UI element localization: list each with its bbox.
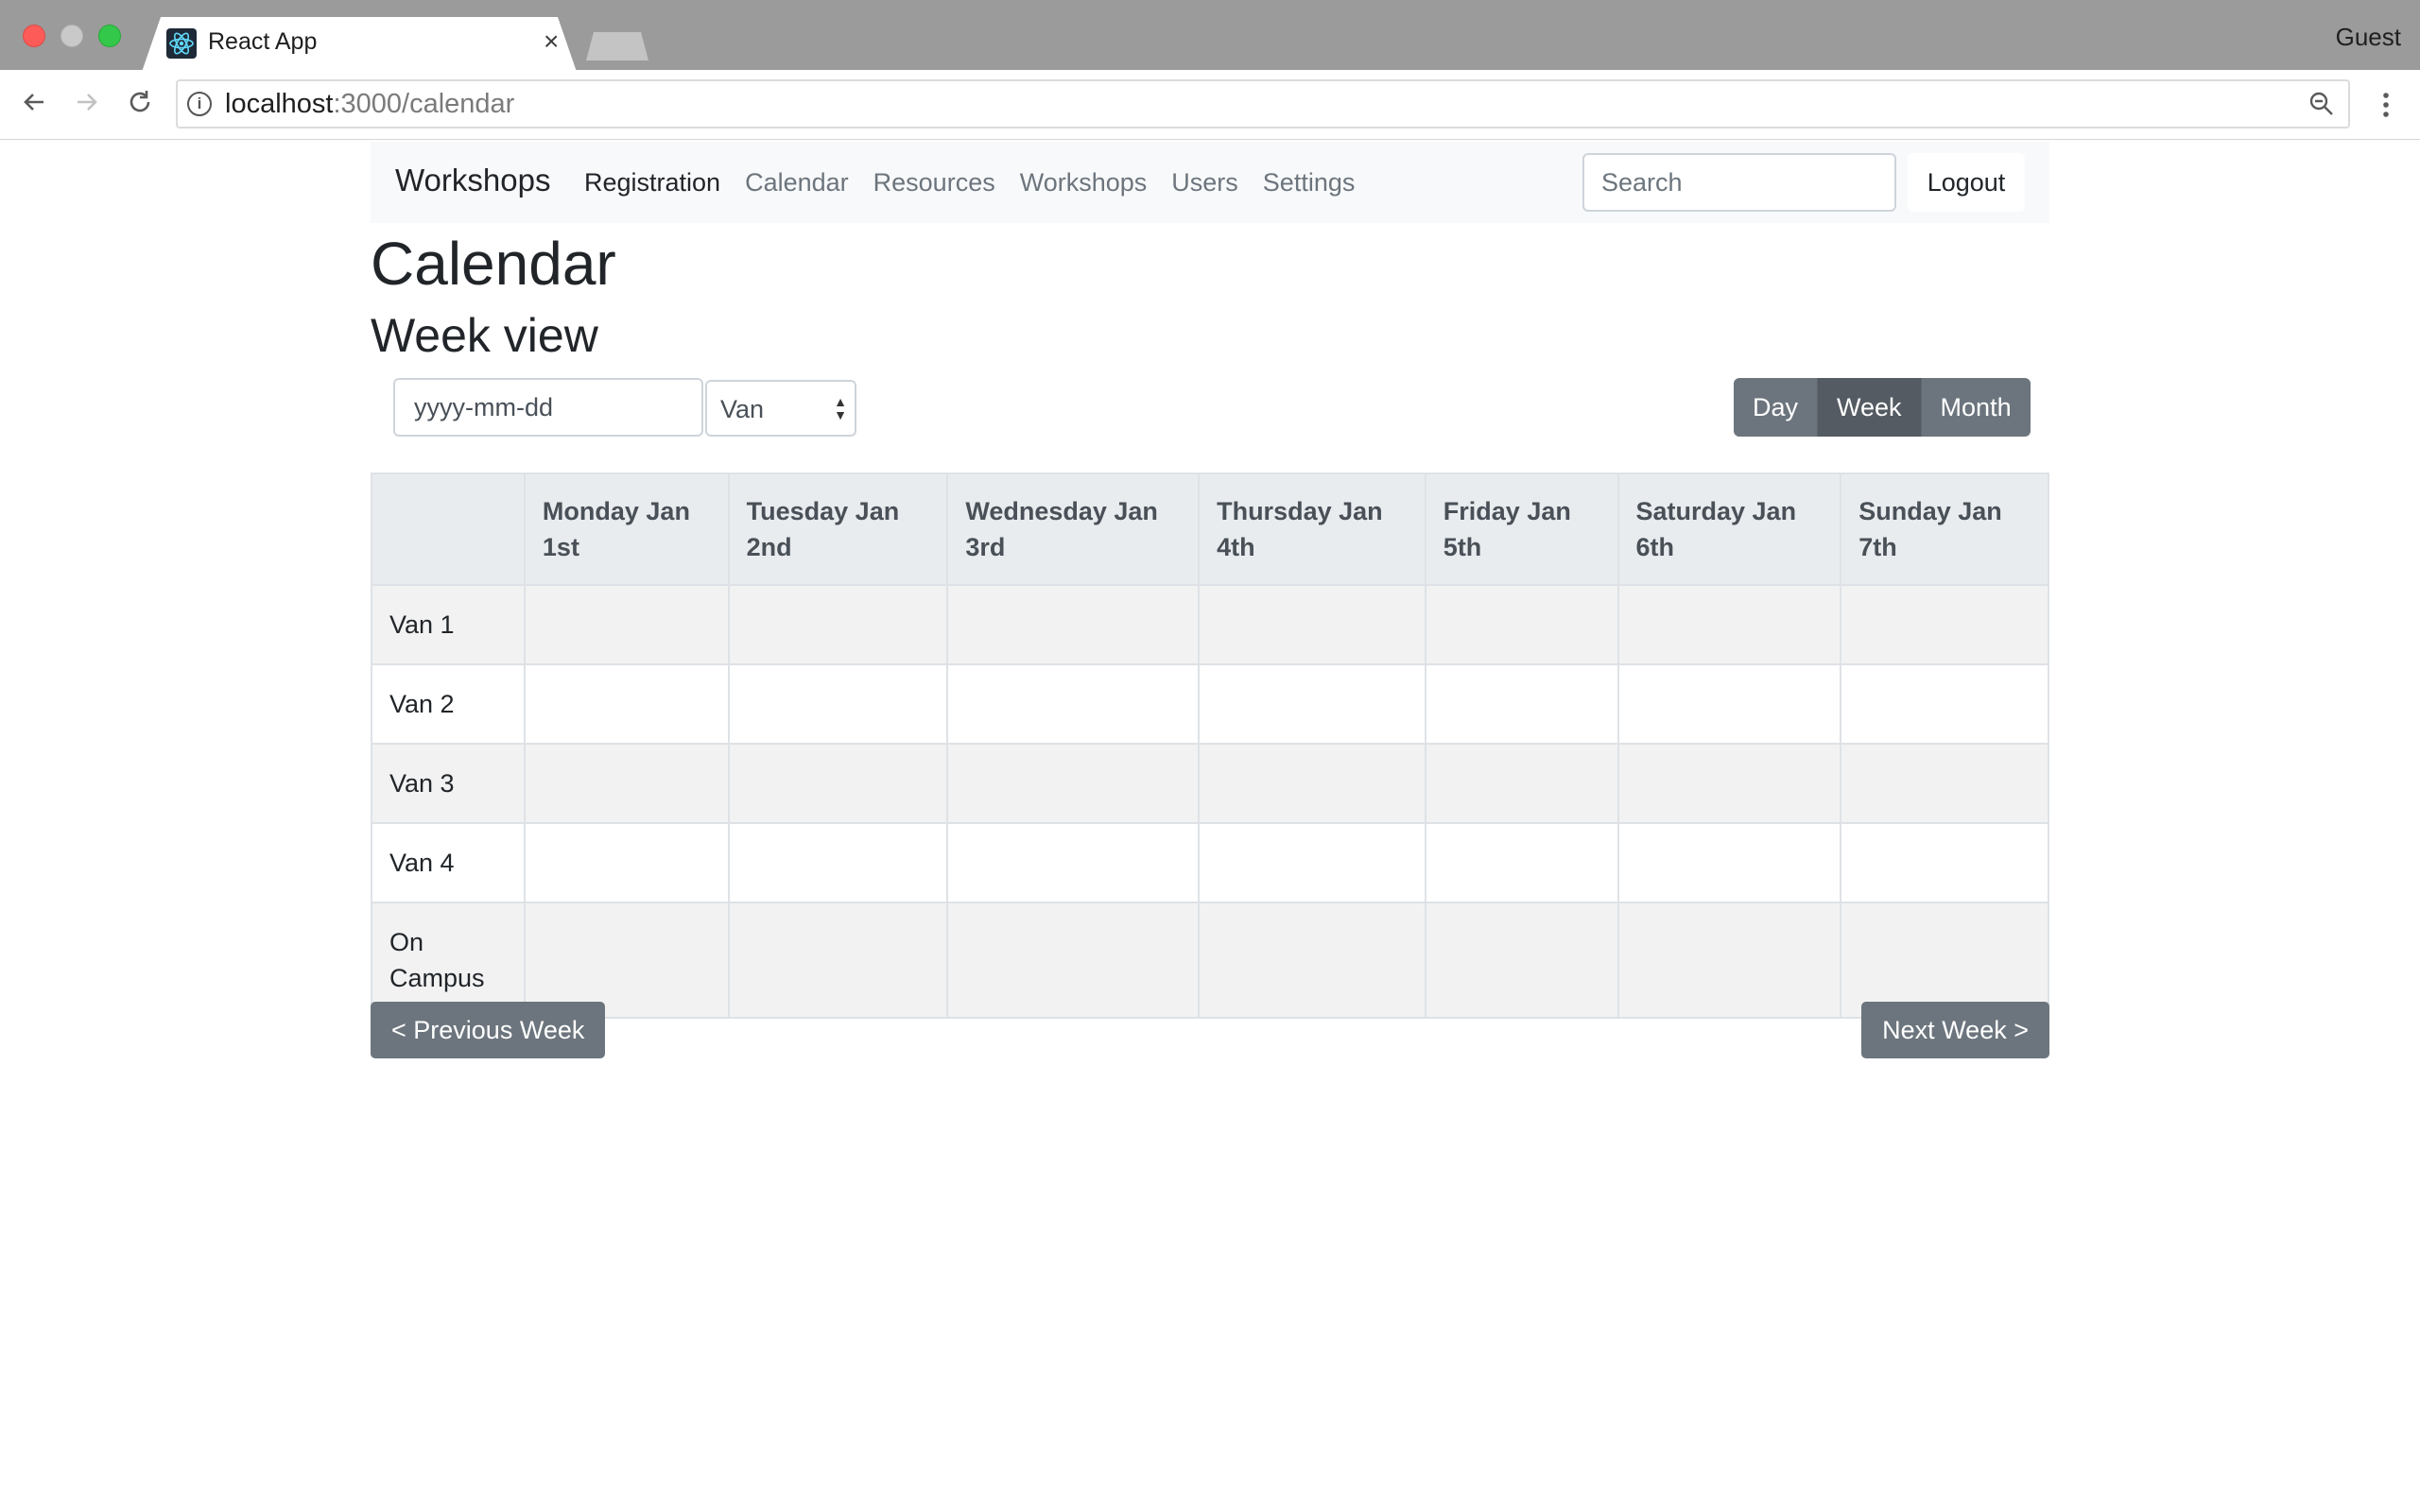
calendar-cell[interactable] — [946, 822, 1201, 903]
calendar-cell[interactable] — [1616, 584, 1842, 665]
nav-link-resources[interactable]: Resources — [873, 168, 995, 198]
window-close-button[interactable] — [23, 25, 45, 47]
calendar-cell[interactable] — [1616, 822, 1842, 903]
browser-tab-title: React App — [208, 28, 318, 55]
calendar-cell[interactable] — [523, 663, 730, 745]
calendar-cell[interactable] — [1616, 902, 1842, 1019]
calendar-cell[interactable] — [1840, 902, 2049, 1019]
resource-type-value: Van — [720, 395, 765, 423]
calendar-cell[interactable] — [1198, 822, 1426, 903]
table-header-day: Monday Jan 1st — [523, 472, 730, 586]
table-header-day: Sunday Jan 7th — [1840, 472, 2049, 586]
profile-label[interactable]: Guest — [2336, 23, 2401, 52]
resource-type-select[interactable]: Van ▲ ▼ — [705, 380, 856, 437]
table-row: Van 4 — [371, 822, 2049, 903]
url-path: :3000/calendar — [333, 89, 515, 119]
nav-links: Registration Calendar Resources Workshop… — [584, 168, 1379, 198]
calendar-cell[interactable] — [1616, 743, 1842, 824]
tab-close-icon[interactable]: × — [544, 28, 559, 55]
zoom-icon[interactable] — [2308, 91, 2333, 115]
calendar-cell[interactable] — [727, 822, 949, 903]
calendar-cell[interactable] — [1424, 743, 1619, 824]
calendar-cell[interactable] — [1198, 902, 1426, 1019]
table-header-corner — [371, 472, 526, 586]
nav-link-users[interactable]: Users — [1171, 168, 1238, 198]
react-favicon-icon — [166, 28, 197, 59]
calendar-cell[interactable] — [1198, 663, 1426, 745]
table-header-day: Thursday Jan 4th — [1198, 472, 1426, 586]
calendar-cell[interactable] — [523, 743, 730, 824]
week-view-button[interactable]: Week — [1818, 378, 1922, 437]
select-arrows-icon: ▲ ▼ — [834, 394, 847, 422]
navbar-brand[interactable]: Workshops — [395, 163, 550, 198]
window-maximize-button[interactable] — [98, 25, 121, 47]
date-input[interactable] — [393, 378, 703, 437]
logout-button[interactable]: Logout — [1908, 153, 2025, 212]
app-navbar: Workshops Registration Calendar Resource… — [371, 142, 2049, 223]
calendar-cell[interactable] — [727, 902, 949, 1019]
table-header-day: Tuesday Jan 2nd — [727, 472, 949, 586]
reload-icon[interactable] — [125, 87, 155, 124]
url-host: localhost — [225, 89, 334, 119]
window-minimize-button[interactable] — [60, 25, 83, 47]
calendar-cell[interactable] — [1840, 743, 2049, 824]
back-arrow-icon[interactable] — [19, 87, 49, 124]
page-subtitle: Week view — [371, 309, 598, 362]
calendar-cell[interactable] — [1424, 584, 1619, 665]
nav-link-settings[interactable]: Settings — [1263, 168, 1356, 198]
table-row: On Campus — [371, 902, 2049, 1019]
week-calendar-table: Monday Jan 1st Tuesday Jan 2nd Wednesday… — [371, 472, 2049, 1019]
nav-link-registration[interactable]: Registration — [584, 168, 720, 198]
view-toggle-group: Day Week Month — [1734, 378, 2031, 437]
calendar-cell[interactable] — [1424, 663, 1619, 745]
calendar-cell[interactable] — [946, 584, 1201, 665]
nav-link-calendar[interactable]: Calendar — [745, 168, 849, 198]
calendar-cell[interactable] — [1840, 663, 2049, 745]
page-container: Workshops Registration Calendar Resource… — [371, 142, 2049, 1058]
site-info-icon[interactable]: i — [187, 92, 212, 116]
calendar-cell[interactable] — [727, 743, 949, 824]
row-label: Van 1 — [371, 584, 526, 665]
calendar-cell[interactable] — [1198, 584, 1426, 665]
url-text[interactable]: localhost:3000/calendar — [225, 89, 514, 120]
calendar-cell[interactable] — [727, 584, 949, 665]
calendar-cell[interactable] — [523, 584, 730, 665]
calendar-cell[interactable] — [523, 822, 730, 903]
table-header-day: Wednesday Jan 3rd — [946, 472, 1201, 586]
calendar-cell[interactable] — [727, 663, 949, 745]
calendar-cell[interactable] — [1840, 822, 2049, 903]
table-header-row: Monday Jan 1st Tuesday Jan 2nd Wednesday… — [371, 472, 2049, 586]
row-label: On Campus — [371, 902, 526, 1019]
row-label: Van 3 — [371, 743, 526, 824]
calendar-cell[interactable] — [946, 663, 1201, 745]
row-label: Van 4 — [371, 822, 526, 903]
calendar-cell[interactable] — [1424, 822, 1619, 903]
nav-link-workshops[interactable]: Workshops — [1020, 168, 1148, 198]
next-week-button[interactable]: Next Week > — [1861, 1002, 2049, 1058]
calendar-cell[interactable] — [523, 902, 730, 1019]
forward-arrow-icon[interactable] — [72, 87, 102, 124]
table-header-day: Friday Jan 5th — [1424, 472, 1619, 586]
previous-week-button[interactable]: < Previous Week — [371, 1002, 606, 1058]
search-input[interactable] — [1582, 153, 1896, 212]
calendar-cell[interactable] — [1840, 584, 2049, 665]
table-row: Van 1 — [371, 584, 2049, 665]
table-header-day: Saturday Jan 6th — [1616, 472, 1842, 586]
day-view-button[interactable]: Day — [1734, 378, 1819, 437]
new-tab-button[interactable] — [586, 32, 648, 60]
kebab-menu-icon[interactable] — [2377, 91, 2395, 119]
browser-tab[interactable] — [142, 17, 577, 72]
page-title: Calendar — [371, 230, 616, 298]
calendar-cell[interactable] — [1616, 663, 1842, 745]
calendar-cell[interactable] — [946, 902, 1201, 1019]
calendar-cell[interactable] — [1424, 902, 1619, 1019]
row-label: Van 2 — [371, 663, 526, 745]
calendar-cell[interactable] — [1198, 743, 1426, 824]
table-row: Van 2 — [371, 663, 2049, 745]
table-row: Van 3 — [371, 743, 2049, 824]
calendar-cell[interactable] — [946, 743, 1201, 824]
month-view-button[interactable]: Month — [1921, 378, 2031, 437]
